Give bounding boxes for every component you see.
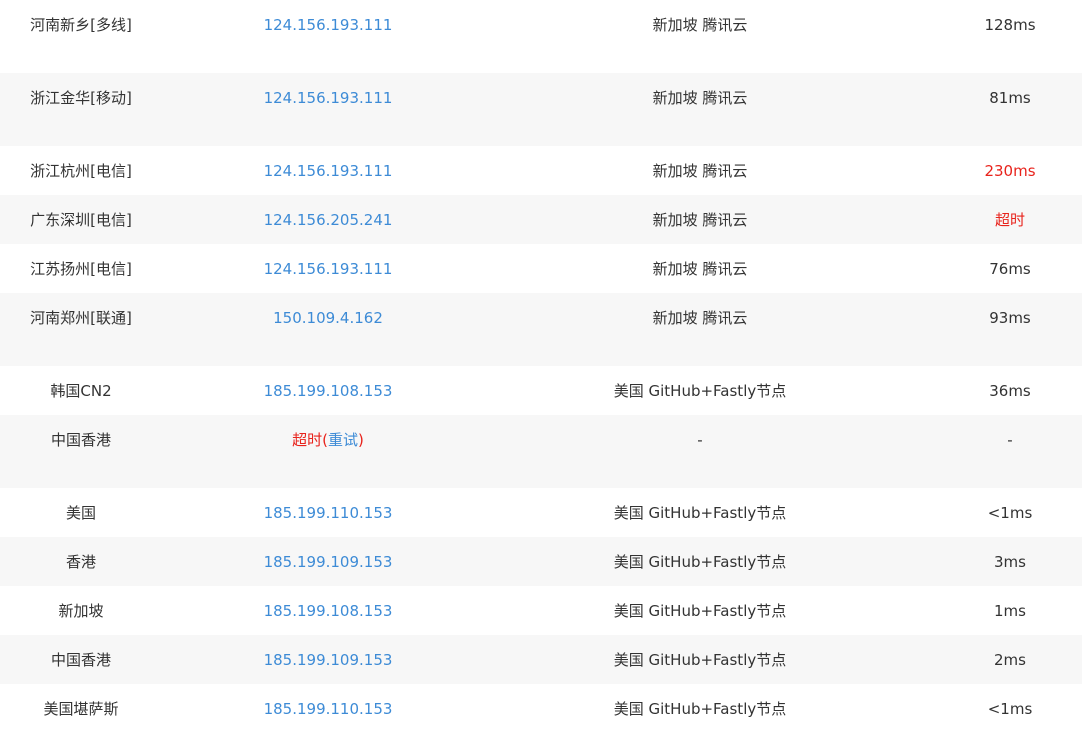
table-row: 河南新乡[多线] 124.156.193.111 新加坡 腾讯云 128ms [0, 0, 1082, 73]
ip-address-link[interactable]: 124.156.193.111 [218, 244, 438, 293]
latency-value: 128ms [984, 16, 1036, 34]
ip-address-link[interactable]: 124.156.193.111 [218, 73, 438, 122]
node-name: 韩国CN2 [50, 382, 112, 400]
ip-location: 美国 GitHub+Fastly节点 [613, 602, 787, 620]
retry-close-paren: ) [358, 431, 364, 449]
table-row: 江苏扬州[电信] 124.156.193.111 新加坡 腾讯云 76ms [0, 244, 1082, 293]
latency-timeout: 超时 [994, 211, 1025, 229]
table-row: 韩国CN2 185.199.108.153 美国 GitHub+Fastly节点… [0, 366, 1082, 415]
ip-address-link[interactable]: 185.199.109.153 [218, 635, 438, 684]
node-name: 中国香港 [50, 431, 111, 449]
ip-location: 新加坡 腾讯云 [652, 309, 748, 327]
ip-timeout-cell: 超时(重试) [218, 415, 438, 464]
node-name: 浙江金华[移动] [30, 89, 132, 107]
latency-value: 81ms [989, 89, 1031, 107]
table-row: 中国香港 超时(重试) - - [0, 415, 1082, 488]
latency-value: 36ms [989, 382, 1031, 400]
ip-location: 新加坡 腾讯云 [652, 260, 748, 278]
ip-address-link[interactable]: 185.199.108.153 [218, 586, 438, 635]
node-name: 香港 [65, 553, 96, 571]
latency-value: 76ms [989, 260, 1031, 278]
ip-location: 美国 GitHub+Fastly节点 [613, 504, 787, 522]
table-row: 浙江杭州[电信] 124.156.193.111 新加坡 腾讯云 230ms [0, 146, 1082, 195]
node-name: 新加坡 [58, 602, 104, 620]
ip-address-link[interactable]: 124.156.193.111 [218, 0, 438, 49]
ip-location: 美国 GitHub+Fastly节点 [613, 651, 787, 669]
ip-address-link[interactable]: 185.199.110.153 [218, 488, 438, 537]
ip-location: 新加坡 腾讯云 [652, 16, 748, 34]
latency-value: <1ms [987, 504, 1033, 522]
latency-value: <1ms [987, 700, 1033, 718]
ip-location: 新加坡 腾讯云 [652, 162, 748, 180]
ip-timeout-text: 超时 [292, 431, 323, 449]
ping-results-table: 河南新乡[多线] 124.156.193.111 新加坡 腾讯云 128ms 浙… [0, 0, 1082, 733]
table-row: 美国堪萨斯 185.199.110.153 美国 GitHub+Fastly节点… [0, 684, 1082, 733]
latency-value: 2ms [994, 651, 1026, 669]
latency-value: 3ms [994, 553, 1026, 571]
node-name: 浙江杭州[电信] [30, 162, 132, 180]
node-name: 广东深圳[电信] [30, 211, 132, 229]
table-row: 广东深圳[电信] 124.156.205.241 新加坡 腾讯云 超时 [0, 195, 1082, 244]
ip-address-link[interactable]: 124.156.193.111 [218, 146, 438, 195]
retry-link[interactable]: 重试 [328, 431, 358, 449]
node-name: 江苏扬州[电信] [30, 260, 132, 278]
ip-address-link[interactable]: 124.156.205.241 [218, 195, 438, 244]
ip-address-link[interactable]: 185.199.110.153 [218, 684, 438, 733]
node-name: 美国 [65, 504, 96, 522]
ip-address-link[interactable]: 150.109.4.162 [218, 293, 438, 342]
ip-location: 美国 GitHub+Fastly节点 [613, 700, 787, 718]
node-name: 河南郑州[联通] [30, 309, 132, 327]
latency-value: 1ms [994, 602, 1026, 620]
ip-location: - [697, 431, 703, 449]
ip-location: 美国 GitHub+Fastly节点 [613, 553, 787, 571]
node-name: 中国香港 [50, 651, 111, 669]
ip-location: 新加坡 腾讯云 [652, 211, 748, 229]
ip-location: 美国 GitHub+Fastly节点 [613, 382, 787, 400]
table-row: 香港 185.199.109.153 美国 GitHub+Fastly节点 3m… [0, 537, 1082, 586]
latency-value: - [1007, 431, 1013, 449]
table-row: 新加坡 185.199.108.153 美国 GitHub+Fastly节点 1… [0, 586, 1082, 635]
table-row: 中国香港 185.199.109.153 美国 GitHub+Fastly节点 … [0, 635, 1082, 684]
ip-location: 新加坡 腾讯云 [652, 89, 748, 107]
table-row: 浙江金华[移动] 124.156.193.111 新加坡 腾讯云 81ms [0, 73, 1082, 146]
latency-value: 230ms [984, 162, 1036, 180]
node-name: 美国堪萨斯 [43, 700, 119, 718]
table-row: 美国 185.199.110.153 美国 GitHub+Fastly节点 <1… [0, 488, 1082, 537]
latency-value: 93ms [989, 309, 1031, 327]
ip-address-link[interactable]: 185.199.108.153 [218, 366, 438, 415]
node-name: 河南新乡[多线] [30, 16, 132, 34]
table-row: 河南郑州[联通] 150.109.4.162 新加坡 腾讯云 93ms [0, 293, 1082, 366]
ip-address-link[interactable]: 185.199.109.153 [218, 537, 438, 586]
